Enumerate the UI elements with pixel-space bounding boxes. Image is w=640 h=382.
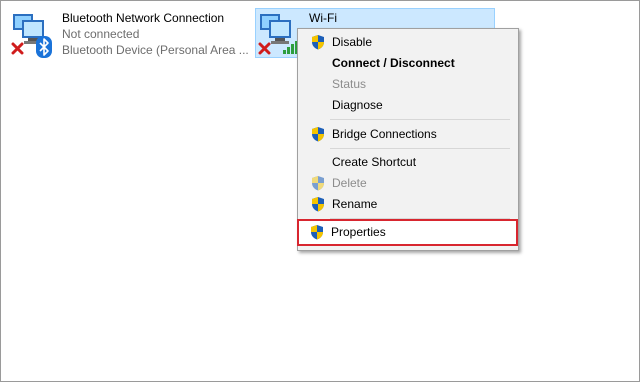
disconnected-x-icon: [11, 42, 24, 55]
bluetooth-icon: [36, 36, 52, 58]
uac-shield-icon: [311, 225, 323, 240]
menu-item-rename[interactable]: Rename: [300, 193, 516, 215]
uac-shield-icon: [312, 197, 324, 212]
menu-item-create-shortcut[interactable]: Create Shortcut: [300, 151, 516, 173]
menu-separator: [330, 119, 510, 120]
menu-item-status: Status: [300, 73, 516, 95]
menu-item-label: Rename: [332, 197, 378, 211]
menu-item-properties[interactable]: Properties: [299, 221, 515, 243]
menu-item-label: Properties: [331, 225, 386, 239]
menu-item-label: Connect / Disconnect: [332, 56, 455, 70]
menu-item-label: Delete: [332, 176, 367, 190]
menu-item-bridge-connections[interactable]: Bridge Connections: [300, 123, 516, 145]
menu-item-label: Status: [332, 77, 367, 91]
connection-name: Bluetooth Network Connection: [62, 11, 225, 25]
wifi-connection-text: Wi-Fi: [309, 10, 337, 26]
uac-shield-icon: [312, 176, 324, 191]
menu-item-label: Bridge Connections: [332, 127, 437, 141]
menu-item-diagnose[interactable]: Diagnose: [300, 94, 516, 116]
bluetooth-connection-item[interactable]: Bluetooth Network Connection Not connect…: [10, 10, 250, 58]
menu-item-disable[interactable]: Disable: [300, 31, 516, 53]
menu-item-label: Diagnose: [332, 98, 383, 112]
disconnected-x-icon: [258, 42, 271, 55]
connection-name: Wi-Fi: [309, 11, 337, 25]
connection-status: Not connected: [62, 27, 140, 41]
connection-device: Bluetooth Device (Personal Area ...: [62, 43, 249, 57]
menu-item-connect-disconnect[interactable]: Connect / Disconnect: [300, 52, 516, 74]
uac-shield-icon: [312, 127, 324, 142]
menu-separator: [330, 148, 510, 149]
menu-item-delete: Delete: [300, 172, 516, 194]
menu-item-label: Create Shortcut: [332, 155, 417, 169]
menu-item-label: Disable: [332, 35, 373, 49]
context-menu: Disable Connect / Disconnect Status Diag…: [297, 28, 519, 251]
uac-shield-icon: [312, 35, 324, 50]
bluetooth-connection-text: Bluetooth Network Connection Not connect…: [62, 10, 249, 58]
